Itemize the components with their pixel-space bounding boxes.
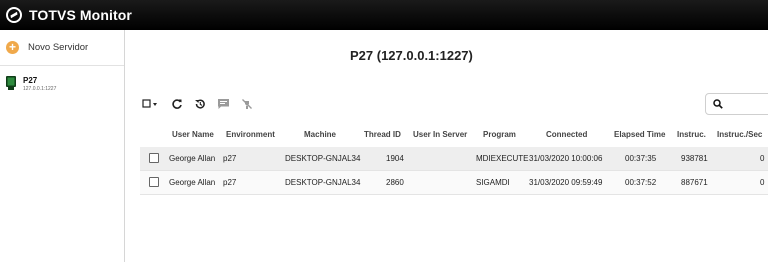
totvs-logo-icon <box>6 7 22 23</box>
cell-connected: 31/03/2020 09:59:49 <box>529 178 603 187</box>
cell-instructions: 887671 <box>681 178 708 187</box>
column-header-program[interactable]: Program <box>483 123 516 147</box>
main-panel: P27 (127.0.0.1:1227) User Name Environme… <box>126 30 768 262</box>
history-button[interactable] <box>194 96 206 112</box>
cell-program: MDIEXECUTE <box>476 154 529 163</box>
cell-instructions-per-sec: 0 <box>760 154 765 163</box>
table-header: User Name Environment Machine Thread ID … <box>140 123 768 147</box>
disconnect-button[interactable] <box>241 96 253 112</box>
column-header-user-in-server[interactable]: User In Server <box>413 123 467 147</box>
column-header-connected[interactable]: Connected <box>546 123 587 147</box>
sidebar-item-p27[interactable]: P27 127.0.0.1:1227 <box>0 66 124 93</box>
toolbar <box>142 96 264 112</box>
search-input[interactable] <box>705 93 768 115</box>
cell-user-name: George Allan <box>169 178 216 187</box>
checkbox-select-icon <box>142 99 157 108</box>
history-icon <box>195 99 205 109</box>
refresh-button[interactable] <box>171 96 183 112</box>
new-server-button[interactable]: + Novo Servidor <box>0 30 124 66</box>
column-header-instructions-per-sec[interactable]: Instruc./Sec <box>717 123 762 147</box>
cell-environment: p27 <box>223 178 237 187</box>
cell-connected: 31/03/2020 10:00:06 <box>529 154 603 163</box>
refresh-icon <box>172 99 182 109</box>
plus-icon: + <box>6 41 19 54</box>
app-title: TOTVS Monitor <box>29 7 132 23</box>
cell-thread-id: 2860 <box>386 178 404 187</box>
column-header-instructions[interactable]: Instruc. <box>677 123 706 147</box>
cell-instructions: 938781 <box>681 154 708 163</box>
cell-elapsed-time: 00:37:35 <box>625 154 657 163</box>
column-header-elapsed-time[interactable]: Elapsed Time <box>614 123 665 147</box>
page-title: P27 (127.0.0.1:1227) <box>350 48 473 63</box>
column-header-thread-id[interactable]: Thread ID <box>364 123 401 147</box>
cell-machine: DESKTOP-GNJAL34 <box>285 178 361 187</box>
sidebar: + Novo Servidor P27 127.0.0.1:1227 <box>0 30 125 262</box>
table-row[interactable]: George Allan p27 DESKTOP-GNJAL34 1904 MD… <box>140 147 768 171</box>
row-checkbox[interactable] <box>149 177 159 187</box>
column-header-user-name[interactable]: User Name <box>172 123 214 147</box>
cell-program: SIGAMDI <box>476 178 510 187</box>
cell-elapsed-time: 00:37:52 <box>625 178 657 187</box>
column-header-environment[interactable]: Environment <box>226 123 275 147</box>
cell-machine: DESKTOP-GNJAL34 <box>285 154 361 163</box>
cell-environment: p27 <box>223 154 237 163</box>
server-icon <box>6 76 16 90</box>
cell-instructions-per-sec: 0 <box>760 178 765 187</box>
cell-user-name: George Allan <box>169 154 216 163</box>
table-row[interactable]: George Allan p27 DESKTOP-GNJAL34 2860 SI… <box>140 171 768 195</box>
server-address: 127.0.0.1:1227 <box>23 86 57 92</box>
server-name: P27 <box>23 76 38 85</box>
cell-thread-id: 1904 <box>386 154 404 163</box>
disconnect-icon <box>242 99 252 109</box>
row-checkbox[interactable] <box>149 153 159 163</box>
title-bar: TOTVS Monitor <box>0 0 768 30</box>
select-dropdown-button[interactable] <box>142 96 160 112</box>
message-icon <box>218 99 229 109</box>
new-server-label: Novo Servidor <box>28 42 89 53</box>
column-header-machine[interactable]: Machine <box>304 123 336 147</box>
send-message-button[interactable] <box>217 96 230 112</box>
search-icon <box>713 99 723 109</box>
